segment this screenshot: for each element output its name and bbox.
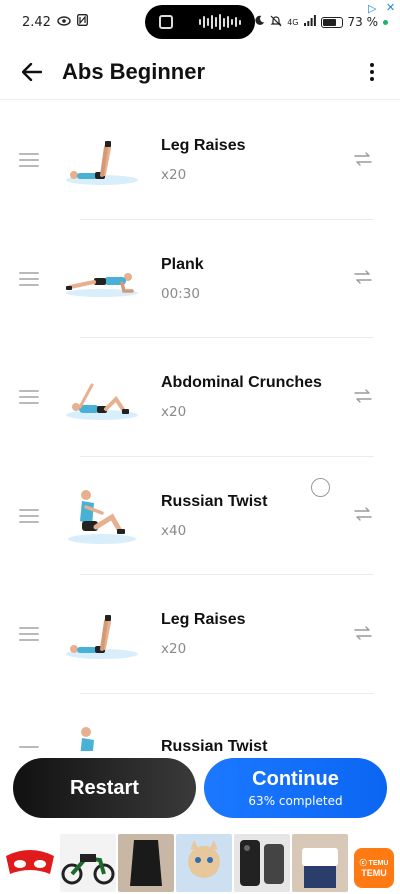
drag-handle-icon[interactable]: [19, 745, 39, 751]
ad-product-top-image[interactable]: [292, 834, 348, 892]
crunch-figure-icon: [61, 356, 143, 438]
ad-product-vr-mask-image[interactable]: [2, 834, 58, 892]
replace-exercise-icon[interactable]: [354, 269, 374, 288]
status-time: 2.42: [22, 14, 51, 30]
exercise-reps: x20: [161, 641, 187, 658]
more-options-button[interactable]: [360, 56, 384, 88]
exercise-row[interactable]: Leg Raises x20: [0, 575, 400, 694]
arrow-left-icon: [22, 62, 42, 81]
signal-icon: [303, 15, 316, 29]
dot: [370, 76, 374, 81]
exercise-name: Plank: [161, 255, 204, 273]
privacy-indicator-dot: [383, 19, 388, 25]
leg-raises-figure-icon: [61, 593, 143, 675]
continue-button[interactable]: Continue 63% completed: [204, 758, 387, 818]
replace-exercise-icon[interactable]: [354, 388, 374, 407]
moon-icon: [254, 15, 265, 29]
ad-close-icon[interactable]: ✕: [386, 1, 395, 14]
select-radio[interactable]: [311, 477, 330, 497]
ad-banner[interactable]: [0, 832, 400, 894]
mute-bell-icon: [270, 15, 282, 30]
exercise-duration: 00:30: [161, 285, 200, 302]
page-title: Abs Beginner: [62, 58, 206, 84]
exercise-row[interactable]: Russian Twist x40: [0, 457, 400, 576]
eye-icon: [57, 15, 71, 30]
network-type: 4G: [287, 17, 299, 27]
leg-raises-figure-icon: [61, 119, 143, 201]
nfc-icon: [77, 14, 88, 30]
exercise-reps: x20: [161, 404, 187, 421]
app-bar: Abs Beginner: [0, 44, 400, 100]
russian-twist-figure-icon: [61, 712, 143, 751]
ad-product-motorcycle-image[interactable]: [60, 834, 116, 892]
drag-handle-icon[interactable]: [19, 390, 39, 405]
replace-exercise-icon[interactable]: [354, 506, 374, 525]
replace-exercise-icon[interactable]: [354, 151, 374, 170]
dot: [370, 69, 374, 74]
dynamic-island: [145, 5, 255, 39]
battery-icon: [320, 16, 343, 28]
exercise-row[interactable]: Russian Twist: [0, 694, 400, 751]
recording-icon: [159, 15, 173, 29]
russian-twist-figure-icon: [61, 475, 143, 557]
ad-product-phone-case-image[interactable]: [234, 834, 290, 892]
back-button[interactable]: [16, 56, 48, 88]
exercise-row[interactable]: Leg Raises x20: [0, 101, 400, 220]
exercise-name: Leg Raises: [161, 611, 246, 629]
exercise-row[interactable]: Abdominal Crunches x20: [0, 338, 400, 457]
ad-choices-icon[interactable]: ▷: [368, 2, 376, 15]
exercise-row[interactable]: Plank 00:30: [0, 220, 400, 339]
plank-figure-icon: [61, 238, 143, 320]
exercise-reps: x20: [161, 167, 187, 184]
drag-handle-icon[interactable]: [19, 508, 39, 523]
exercise-list[interactable]: Leg Raises x20 Plank 00:30 Abdominal Cru…: [0, 101, 400, 751]
drag-handle-icon[interactable]: [19, 153, 39, 168]
dot: [370, 62, 374, 67]
replace-exercise-icon[interactable]: [354, 625, 374, 644]
audio-wave-icon: [199, 14, 241, 30]
exercise-name: Abdominal Crunches: [161, 374, 322, 392]
ad-product-swimsuit-image[interactable]: [118, 834, 174, 892]
temu-logo-text: TEMU: [361, 868, 387, 878]
drag-handle-icon[interactable]: [19, 271, 39, 286]
exercise-name: Leg Raises: [161, 137, 246, 155]
exercise-reps: x40: [161, 522, 187, 539]
temu-logo-script: ⓒ TEMU: [359, 860, 389, 867]
drag-handle-icon[interactable]: [19, 627, 39, 642]
exercise-name: Russian Twist: [161, 737, 268, 751]
temu-logo[interactable]: ⓒ TEMU TEMU: [354, 848, 394, 888]
progress-label: 63% completed: [248, 794, 343, 808]
status-bar: 2.42 4G 73 %: [0, 0, 400, 44]
restart-button[interactable]: Restart: [13, 758, 196, 818]
battery-percent: 73 %: [347, 15, 379, 29]
continue-label: Continue: [252, 768, 339, 790]
ad-product-kitten-image[interactable]: [176, 834, 232, 892]
